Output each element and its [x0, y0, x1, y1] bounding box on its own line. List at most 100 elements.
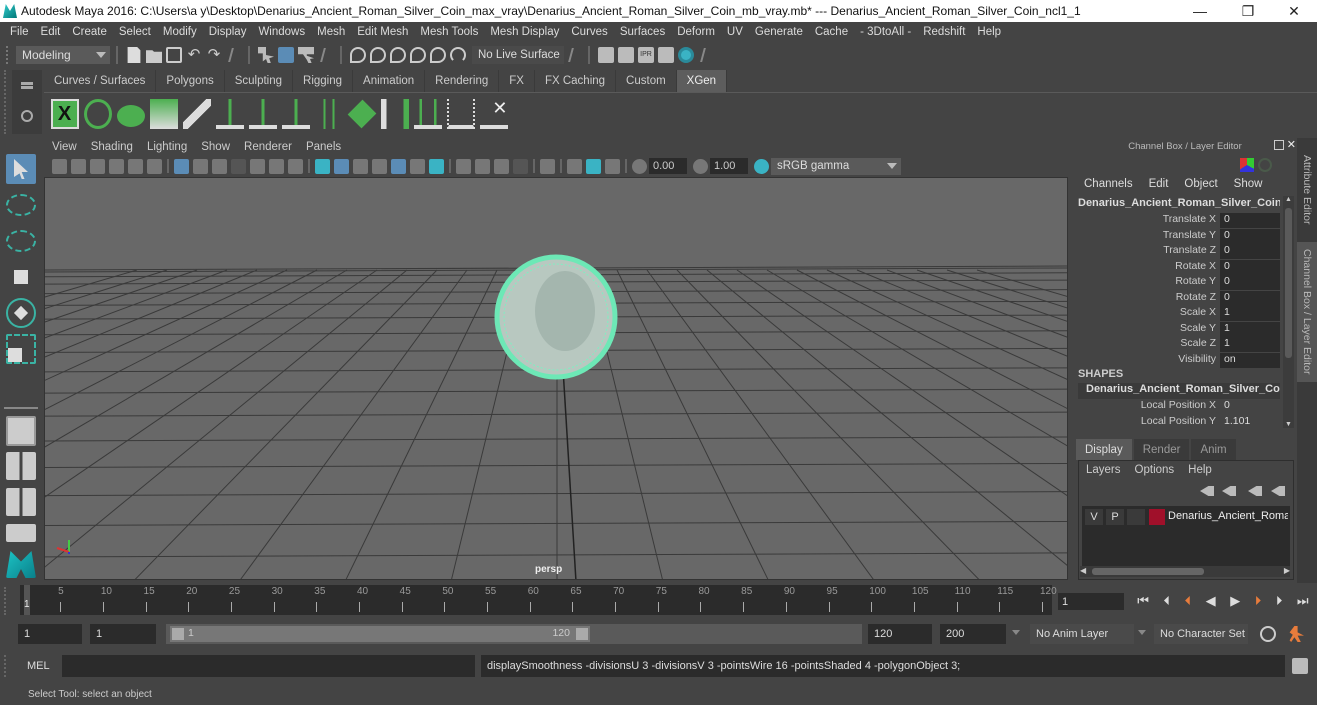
step-back-key-icon[interactable]: ⏴: [1185, 593, 1192, 609]
timeline-drag-handle[interactable]: [4, 587, 14, 615]
snap-to-view-plane-icon[interactable]: [410, 47, 426, 63]
cb-menu-channels[interactable]: Channels: [1084, 178, 1133, 194]
2d-pan-zoom-icon[interactable]: [128, 158, 143, 174]
persp-graph-layout-icon[interactable]: [6, 524, 36, 542]
playback-start-field[interactable]: 1: [90, 624, 156, 644]
drag-handle[interactable]: [6, 46, 12, 64]
redo-icon[interactable]: ↷: [206, 47, 222, 63]
shelf-tab-fx[interactable]: FX: [499, 70, 535, 92]
screen-space-ao-icon[interactable]: [429, 158, 444, 174]
lasso-tool-icon[interactable]: [6, 194, 36, 216]
menu-redshift[interactable]: Redshift: [917, 26, 971, 38]
channel-visibility-icon[interactable]: [1258, 158, 1272, 172]
layer-row[interactable]: V P Denarius_Ancient_Roman_Silver_Coin: [1082, 506, 1290, 528]
cb-menu-object[interactable]: Object: [1184, 178, 1217, 194]
shadows-icon[interactable]: [410, 158, 425, 174]
grid-toggle-icon[interactable]: [174, 158, 189, 174]
shelf-tab-custom[interactable]: Custom: [616, 70, 677, 92]
shelf-menu-icon[interactable]: [21, 82, 33, 85]
grease-pencil-icon[interactable]: [147, 158, 162, 174]
snapshot-icon[interactable]: [586, 158, 601, 174]
chevron-down-icon[interactable]: [1138, 630, 1146, 635]
channel-value[interactable]: 1.101: [1220, 415, 1280, 430]
safe-action-icon[interactable]: [269, 158, 284, 174]
menu-mesh[interactable]: Mesh: [311, 26, 351, 38]
channel-row[interactable]: Visibility on: [1076, 353, 1282, 368]
menu-modify[interactable]: Modify: [157, 26, 203, 38]
close-button[interactable]: ✕: [1271, 0, 1317, 22]
isolate-select-icon[interactable]: [456, 158, 471, 174]
select-component-icon[interactable]: [298, 47, 314, 63]
patches-icon[interactable]: [347, 99, 376, 128]
camera-icon[interactable]: [52, 158, 67, 174]
resolution-icon[interactable]: [605, 158, 620, 174]
layer-menu-layers[interactable]: Layers: [1086, 464, 1121, 476]
perspective-viewport[interactable]: persp: [44, 177, 1068, 580]
channel-row[interactable]: Rotate Z 0: [1076, 291, 1282, 306]
add-guide-icon[interactable]: [215, 98, 244, 129]
undo-icon[interactable]: ↶: [186, 47, 202, 63]
snap-to-grid-icon[interactable]: [350, 47, 366, 63]
time-slider[interactable]: 5 10 15 20 25 30 35 40 45 50 55 60 65 70 75 80 85 90 95 100…: [20, 585, 1057, 615]
menu-file[interactable]: File: [4, 26, 35, 38]
collapse-arrow[interactable]: [228, 48, 238, 62]
make-live-icon[interactable]: [430, 47, 446, 63]
layer-playback-toggle[interactable]: P: [1106, 509, 1124, 525]
new-scene-icon[interactable]: [127, 47, 141, 63]
menu-select[interactable]: Select: [113, 26, 157, 38]
open-scene-icon[interactable]: [146, 50, 162, 63]
step-forward-frame-icon[interactable]: ⏵: [1276, 593, 1283, 609]
cb-menu-edit[interactable]: Edit: [1149, 178, 1169, 194]
collapse-arrow[interactable]: [700, 48, 710, 62]
select-guides-icon[interactable]: [413, 98, 442, 129]
xray-joints-icon[interactable]: [494, 158, 509, 174]
coin-mesh[interactable]: [494, 254, 618, 380]
channel-row[interactable]: Rotate X 0: [1076, 260, 1282, 275]
shelf-tab-xgen[interactable]: XGen: [676, 70, 728, 92]
layer-hscrollbar[interactable]: ◀ ▶: [1080, 566, 1290, 577]
play-forwards-icon[interactable]: ▶: [1230, 593, 1240, 609]
gamma-icon[interactable]: [693, 158, 708, 174]
channel-row[interactable]: Scale Y 1: [1076, 322, 1282, 337]
layer-tab-display[interactable]: Display: [1076, 439, 1132, 460]
layer-tab-anim[interactable]: Anim: [1191, 439, 1236, 460]
backface-culling-icon[interactable]: [513, 158, 528, 174]
hud-icon[interactable]: [567, 158, 582, 174]
step-forward-key-icon[interactable]: ⏵: [1255, 593, 1262, 609]
collapse-arrow[interactable]: [568, 48, 578, 62]
shelf-tab-polygons[interactable]: Polygons: [156, 70, 225, 92]
wireframe-icon[interactable]: [315, 158, 330, 174]
channel-value[interactable]: 1: [1220, 337, 1280, 352]
channel-value[interactable]: 0: [1220, 291, 1280, 306]
wireframe-on-shaded-icon[interactable]: [353, 158, 368, 174]
channel-row[interactable]: Translate Y 0: [1076, 229, 1282, 244]
scroll-down-icon[interactable]: ▼: [1285, 421, 1292, 428]
select-camera-icon[interactable]: [540, 158, 555, 174]
chevron-down-icon[interactable]: [1012, 630, 1020, 635]
menu-mesh-tools[interactable]: Mesh Tools: [414, 26, 484, 38]
channel-row[interactable]: Scale Z 1: [1076, 337, 1282, 352]
scrollbar-thumb[interactable]: [1285, 208, 1292, 358]
menu-windows[interactable]: Windows: [252, 26, 311, 38]
scale-tool-icon[interactable]: [6, 334, 36, 364]
anim-layer-dropdown[interactable]: No Anim Layer: [1030, 624, 1134, 644]
object-name[interactable]: Denarius_Ancient_Roman_Silver_Coin...: [1076, 197, 1280, 213]
render-view-icon[interactable]: [598, 47, 614, 63]
layer-display-type-toggle[interactable]: [1127, 509, 1145, 525]
menu-uv[interactable]: UV: [721, 26, 749, 38]
current-frame-field[interactable]: 1: [1058, 593, 1124, 610]
script-editor-icon[interactable]: [1292, 658, 1308, 674]
live-surface-field[interactable]: No Live Surface: [472, 46, 564, 64]
auto-key-icon[interactable]: [1260, 626, 1276, 642]
use-all-lights-icon[interactable]: [391, 158, 406, 174]
menu-surfaces[interactable]: Surfaces: [614, 26, 671, 38]
cb-menu-show[interactable]: Show: [1234, 178, 1263, 194]
panel-menu-show[interactable]: Show: [201, 141, 230, 153]
rebuild-guides-icon[interactable]: [380, 98, 409, 129]
menu-cache[interactable]: Cache: [809, 26, 854, 38]
delete-guides-icon[interactable]: ✕: [479, 99, 508, 129]
channel-value[interactable]: on: [1220, 353, 1280, 368]
menu-generate[interactable]: Generate: [749, 26, 809, 38]
channel-value[interactable]: 0: [1220, 399, 1280, 414]
channel-value[interactable]: 1: [1220, 322, 1280, 337]
